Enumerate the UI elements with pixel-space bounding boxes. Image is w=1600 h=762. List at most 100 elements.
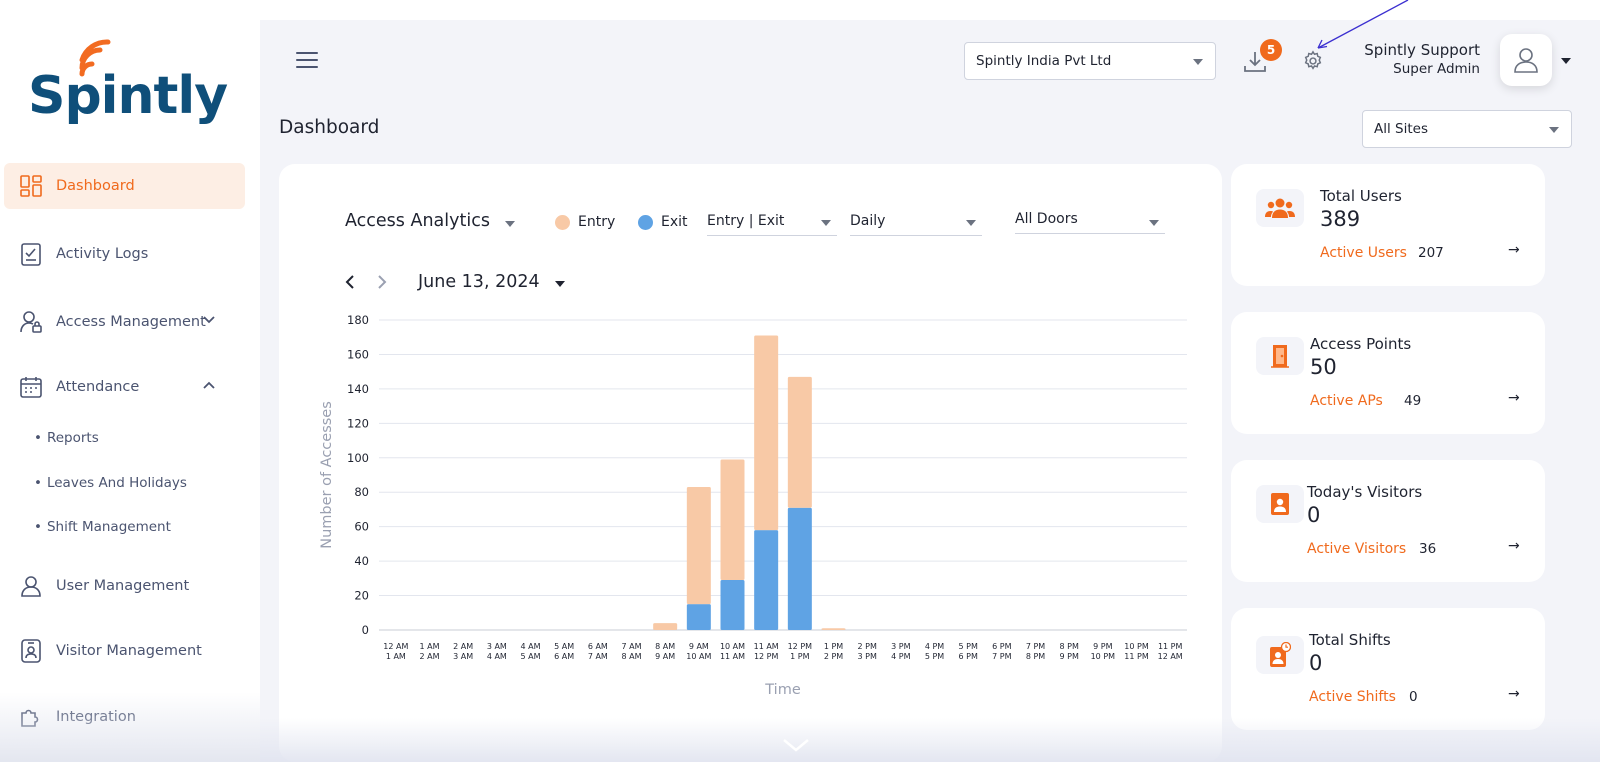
sidebar-item-dashboard[interactable]: Dashboard [4, 163, 245, 209]
sites-select[interactable]: All Sites [1362, 110, 1572, 148]
y-tick-label: 120 [347, 416, 369, 430]
stat-label: Total Users [1320, 187, 1402, 205]
sidebar-subitem-shift-management[interactable]: Shift Management [34, 519, 171, 535]
hamburger-menu-icon[interactable] [296, 52, 318, 70]
stat-label: Total Shifts [1309, 631, 1391, 649]
bar-entry [720, 459, 745, 581]
x-tick-label: 3 PM [891, 642, 910, 651]
sidebar-item-attendance[interactable]: Attendance [4, 364, 245, 410]
sidebar-item-access-management[interactable]: Access Management [4, 299, 245, 345]
arrow-right-icon[interactable]: → [1508, 686, 1520, 702]
x-tick-label: 2 AM [453, 642, 473, 651]
x-tick-label: 5 PM [958, 642, 977, 651]
sidebar-item-user-management[interactable]: User Management [4, 563, 245, 609]
bar-entry [653, 623, 678, 630]
stat-value: 389 [1320, 207, 1361, 231]
x-tick-label: 7 AM [621, 642, 641, 651]
x-tick-label: 3 PM [857, 652, 876, 661]
x-tick-label: 1 PM [790, 652, 809, 661]
scroll-down-chevron-icon[interactable] [782, 738, 810, 752]
x-tick-label: 2 PM [857, 642, 876, 651]
sidebar-item-visitor-management[interactable]: Visitor Management [4, 628, 245, 674]
x-tick-label: 7 PM [992, 652, 1011, 661]
x-tick-label: 3 AM [453, 652, 473, 661]
x-tick-label: 12 PM [754, 652, 779, 661]
sidebar-item-label: Attendance [56, 379, 140, 395]
x-tick-label: 10 AM [686, 652, 711, 661]
y-tick-label: 180 [347, 313, 369, 327]
y-tick-label: 20 [354, 589, 369, 603]
access-analytics-card: Access Analytics Entry Exit Entry | Exit… [279, 164, 1222, 762]
bar-entry [686, 487, 711, 605]
x-axis-label: Time [764, 682, 801, 698]
y-tick-label: 160 [347, 347, 369, 361]
x-tick-label: 10 AM [720, 642, 745, 651]
x-tick-label: 2 AM [419, 652, 439, 661]
x-tick-label: 12 AM [1158, 652, 1183, 661]
x-tick-label: 2 PM [824, 652, 843, 661]
sidebar-item-label: Integration [56, 709, 136, 725]
stat-value: 0 [1307, 503, 1321, 527]
x-tick-label: 9 PM [1059, 652, 1078, 661]
sidebar-item-integration[interactable]: Integration [4, 694, 245, 740]
x-tick-label: 6 AM [554, 652, 574, 661]
x-tick-label: 6 AM [588, 642, 608, 651]
shift-clock-icon [1256, 636, 1304, 674]
bar-entry [821, 628, 846, 630]
x-tick-label: 4 PM [925, 642, 944, 651]
x-tick-label: 10 PM [1124, 642, 1149, 651]
bar-entry [754, 335, 779, 531]
stat-card-todays-visitors: Today's Visitors 0 Active Visitors 36 → [1231, 460, 1545, 582]
user-menu-caret-icon[interactable] [1561, 58, 1571, 64]
user-lock-icon [20, 311, 42, 333]
x-tick-label: 1 AM [419, 642, 439, 651]
chevron-up-icon[interactable] [203, 381, 215, 389]
visitor-card-icon [1256, 485, 1304, 523]
dashboard-grid-icon [20, 175, 42, 197]
x-tick-label: 4 AM [487, 652, 507, 661]
x-tick-label: 8 AM [655, 642, 675, 651]
visitor-badge-icon [20, 639, 42, 663]
x-tick-label: 3 AM [487, 642, 507, 651]
caret-down-icon [1549, 127, 1559, 133]
x-tick-label: 9 PM [1093, 642, 1112, 651]
chevron-down-icon[interactable] [203, 316, 215, 324]
sidebar-subitem-reports[interactable]: Reports [34, 430, 99, 446]
stat-sub-label: Active APs [1310, 393, 1383, 409]
sidebar-subitem-leaves-and-holidays[interactable]: Leaves And Holidays [34, 475, 187, 491]
arrow-right-icon[interactable]: → [1508, 538, 1520, 554]
x-tick-label: 12 PM [788, 642, 813, 651]
bar-exit [720, 580, 745, 630]
stat-sub-label: Active Shifts [1309, 689, 1396, 705]
stat-card-access-points: Access Points 50 Active APs 49 → [1231, 312, 1545, 434]
stat-sub-value: 207 [1418, 245, 1444, 261]
user-role: Super Admin [1393, 61, 1480, 77]
x-tick-label: 7 AM [588, 652, 608, 661]
access-chart: 02040608010012014016018012 AM1 AM1 AM2 A… [319, 313, 1187, 698]
sidebar-item-label: Visitor Management [56, 643, 202, 659]
company-select[interactable]: Spintly India Pvt Ltd [964, 42, 1216, 80]
y-tick-label: 80 [354, 485, 369, 499]
sidebar-item-label: Dashboard [56, 178, 135, 194]
y-tick-label: 60 [354, 520, 369, 534]
x-tick-label: 6 PM [958, 652, 977, 661]
x-tick-label: 1 PM [824, 642, 843, 651]
puzzle-icon [20, 706, 42, 728]
page-title: Dashboard [279, 117, 380, 138]
x-tick-label: 9 AM [655, 652, 675, 661]
arrow-right-icon[interactable]: → [1508, 390, 1520, 406]
stat-value: 0 [1309, 651, 1323, 675]
calendar-icon [20, 376, 42, 398]
stat-sub-value: 36 [1419, 541, 1437, 557]
sidebar: Spintly Dashboard Activity Logs Access M… [0, 0, 260, 762]
x-tick-label: 8 PM [1059, 642, 1078, 651]
avatar[interactable] [1500, 34, 1552, 86]
door-icon [1256, 337, 1304, 375]
x-tick-label: 11 PM [1124, 652, 1149, 661]
sidebar-item-activity-logs[interactable]: Activity Logs [4, 231, 245, 277]
logo-wordmark: Spintly [28, 66, 228, 126]
stat-sub-value: 49 [1404, 393, 1422, 409]
x-tick-label: 5 AM [520, 652, 540, 661]
clipboard-icon [20, 243, 42, 266]
arrow-right-icon[interactable]: → [1508, 242, 1520, 258]
